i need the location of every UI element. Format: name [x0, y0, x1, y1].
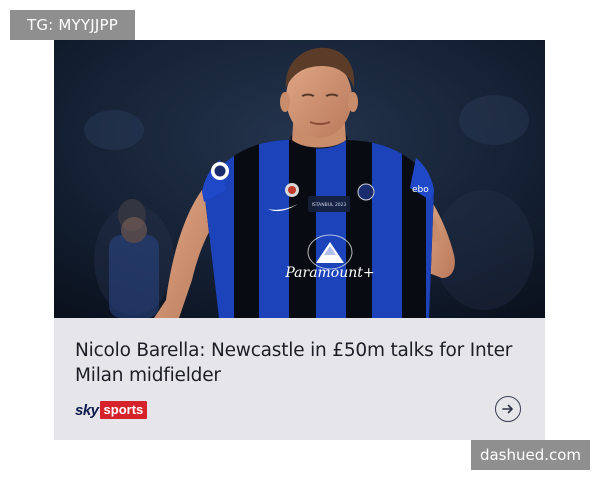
svg-text:Paramount+: Paramount+ — [284, 265, 374, 281]
sports-logo-text: sports — [99, 401, 148, 419]
svg-text:ebo: ebo — [412, 185, 429, 195]
watermark-bottom-right: dashued.com — [471, 440, 590, 470]
news-card[interactable]: ISTANBUL 2023 ebo Paramount+ Nicolo Bare… — [54, 40, 545, 440]
article-photo: ISTANBUL 2023 ebo Paramount+ — [54, 40, 545, 318]
svg-text:ISTANBUL 2023: ISTANBUL 2023 — [312, 202, 347, 208]
watermark-top-left: TG: MYYJJPP — [10, 10, 135, 40]
sky-logo-text: sky — [75, 401, 99, 419]
sky-sports-logo: sky sports — [75, 401, 148, 419]
article-headline[interactable]: Nicolo Barella: Newcastle in £50m talks … — [75, 338, 515, 388]
open-article-button[interactable] — [495, 396, 521, 422]
arrow-right-icon — [502, 404, 513, 414]
